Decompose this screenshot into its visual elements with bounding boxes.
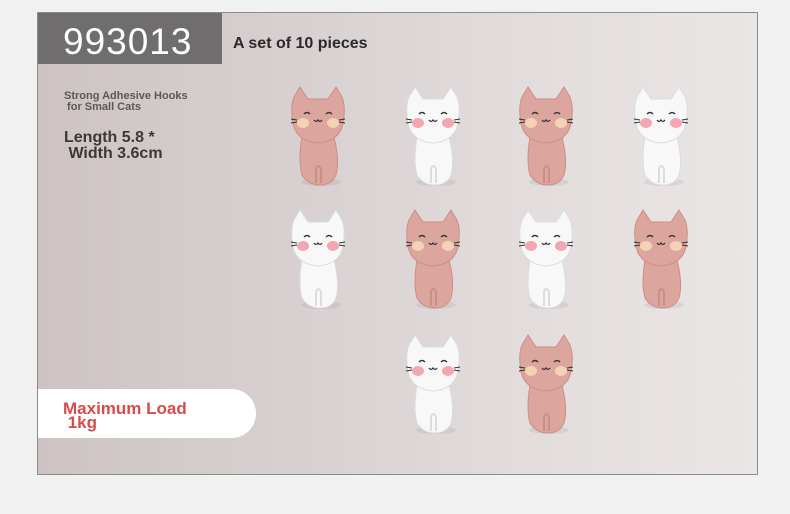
cat-hook-white [516, 208, 576, 313]
max-load-label: Maximum Load 1kg [63, 399, 187, 432]
set-count-label: A set of 10 pieces [233, 35, 368, 52]
product-code-box: 993013 [38, 13, 222, 64]
cat-hook-icon [518, 209, 574, 309]
cat-hook-pink [516, 333, 576, 438]
cat-hook-icon [290, 209, 346, 309]
cat-hook-icon [633, 86, 689, 186]
cat-hook-white [403, 333, 463, 438]
dimensions-label: Length 5.8 * Width 3.6cm [64, 129, 163, 162]
max-load-badge: Maximum Load 1kg [38, 389, 256, 438]
cat-hook-icon [518, 334, 574, 434]
cat-hook-icon [405, 86, 461, 186]
cat-hook-icon [405, 334, 461, 434]
cat-hook-pink [631, 208, 691, 313]
cat-hook-pink [288, 85, 348, 190]
product-subtitle: Strong Adhesive Hooks for Small Cats [64, 90, 188, 113]
product-image: 993013 A set of 10 pieces Strong Adhesiv… [37, 12, 758, 475]
cat-hook-white [403, 85, 463, 190]
cat-hook-icon [290, 86, 346, 186]
cat-hook-icon [405, 209, 461, 309]
cat-hook-white [631, 85, 691, 190]
cat-hook-icon [518, 86, 574, 186]
cat-hook-icon [633, 209, 689, 309]
cat-hook-white [288, 208, 348, 313]
cat-hook-pink [516, 85, 576, 190]
cat-hook-pink [403, 208, 463, 313]
product-code: 993013 [63, 21, 193, 62]
